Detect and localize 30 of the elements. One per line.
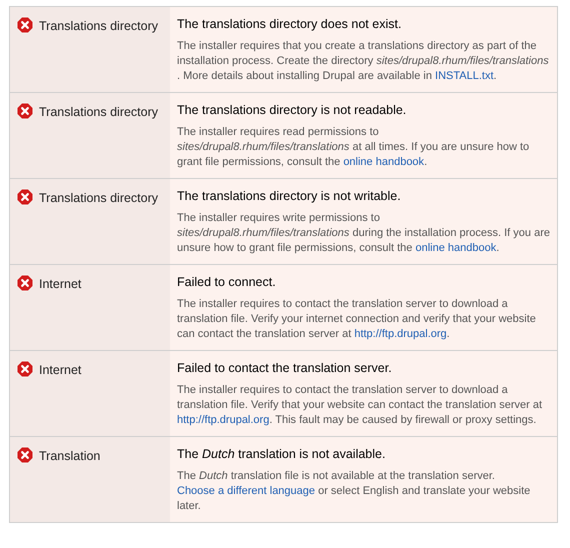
link[interactable]: online handbook [415, 242, 496, 254]
link[interactable]: http://ftp.drupal.org [177, 414, 270, 426]
requirement-title: Failed to contact the translation server. [177, 360, 393, 377]
error-icon [17, 189, 33, 205]
requirement-description: The installer requires to contact the translation server to download a translation file. Verify that your website can contact the translation server at http://ftp.drupal.org. This fault may be caused by firewall or proxy settings. [177, 383, 544, 428]
requirement-title: The translations directory is not writable. [177, 188, 402, 205]
error-icon [17, 447, 33, 463]
link[interactable]: online handbook [343, 156, 424, 168]
requirement-title: The translations directory does not exist. [177, 16, 402, 33]
requirement-title: Failed to connect. [177, 274, 277, 291]
requirement-label: Translations directory [39, 18, 158, 35]
requirement-title: The translations directory is not readable. [177, 102, 408, 119]
requirement-label: Translation [39, 448, 100, 465]
requirement-description: The installer requires write permissions to sites/drupal8.rhum/files/translations during the installation process. If you are unsure how to grant file permissions, consult the online handbook. [177, 211, 551, 256]
requirement-description: The Dutch translation file is not available at the translation server. Choose a different language or select English and translate your website later. [177, 469, 532, 514]
requirement-label: Translations directory [39, 104, 158, 121]
requirement-label: Translations directory [39, 190, 158, 207]
link[interactable]: Choose a different language [177, 485, 316, 497]
requirement-description: The installer requires to contact the translation server to download a translation file. Verify your internet connection and verify that your website can contact the translation server at http://ftp.drupal.org. [177, 297, 537, 342]
requirement-description: The installer requires read permissions to sites/drupal8.rhum/files/translations at all times. If you are unsure how to grant file permissions, consult the online handbook. [177, 125, 530, 170]
requirement-description: The installer requires that you create a translations directory as part of the installation process. Create the directory sites/drupal8.rhum/files/translations . More details about installing Drupal are available in INSTALL.txt. [177, 39, 550, 84]
link[interactable]: INSTALL.txt [435, 70, 494, 82]
requirement-label: Internet [39, 362, 82, 379]
error-icon [17, 103, 33, 119]
error-icon [17, 17, 33, 33]
error-icon [17, 361, 33, 377]
error-icon [17, 275, 33, 291]
link[interactable]: http://ftp.drupal.org [354, 328, 447, 340]
requirement-title: The Dutch translation is not available. [177, 446, 386, 463]
requirement-label: Internet [39, 276, 82, 293]
